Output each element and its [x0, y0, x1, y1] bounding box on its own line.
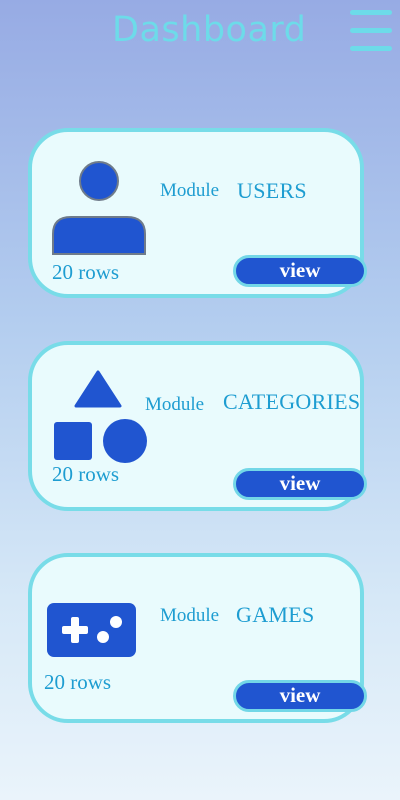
- view-button-games[interactable]: view: [233, 680, 367, 712]
- row-count: 20 rows: [44, 670, 112, 694]
- row-count: 20 rows: [52, 260, 120, 284]
- user-icon: [52, 161, 146, 255]
- shapes-icon: [54, 370, 147, 463]
- page-title: Dashboard: [112, 10, 307, 50]
- hamburger-menu-icon[interactable]: [350, 10, 392, 52]
- view-button-categories[interactable]: view: [233, 468, 367, 500]
- menu-bar-middle: [350, 28, 392, 33]
- menu-bar-top: [350, 10, 392, 15]
- menu-bar-bottom: [350, 46, 392, 51]
- gamepad-icon: [47, 603, 136, 657]
- module-name: GAMES: [236, 602, 315, 627]
- module-card-games: Module GAMES 20 rows view: [28, 553, 367, 723]
- row-count: 20 rows: [52, 462, 120, 486]
- module-name: CATEGORIES: [223, 389, 361, 414]
- module-label: Module: [160, 605, 220, 626]
- view-button-users[interactable]: view: [233, 255, 367, 287]
- module-label: Module: [145, 394, 205, 415]
- module-label: Module: [160, 180, 220, 201]
- module-card-categories: Module CATEGORIES 20 rows view: [28, 341, 367, 511]
- module-card-users: Module USERS 20 rows view: [28, 128, 367, 298]
- module-name: USERS: [237, 178, 307, 203]
